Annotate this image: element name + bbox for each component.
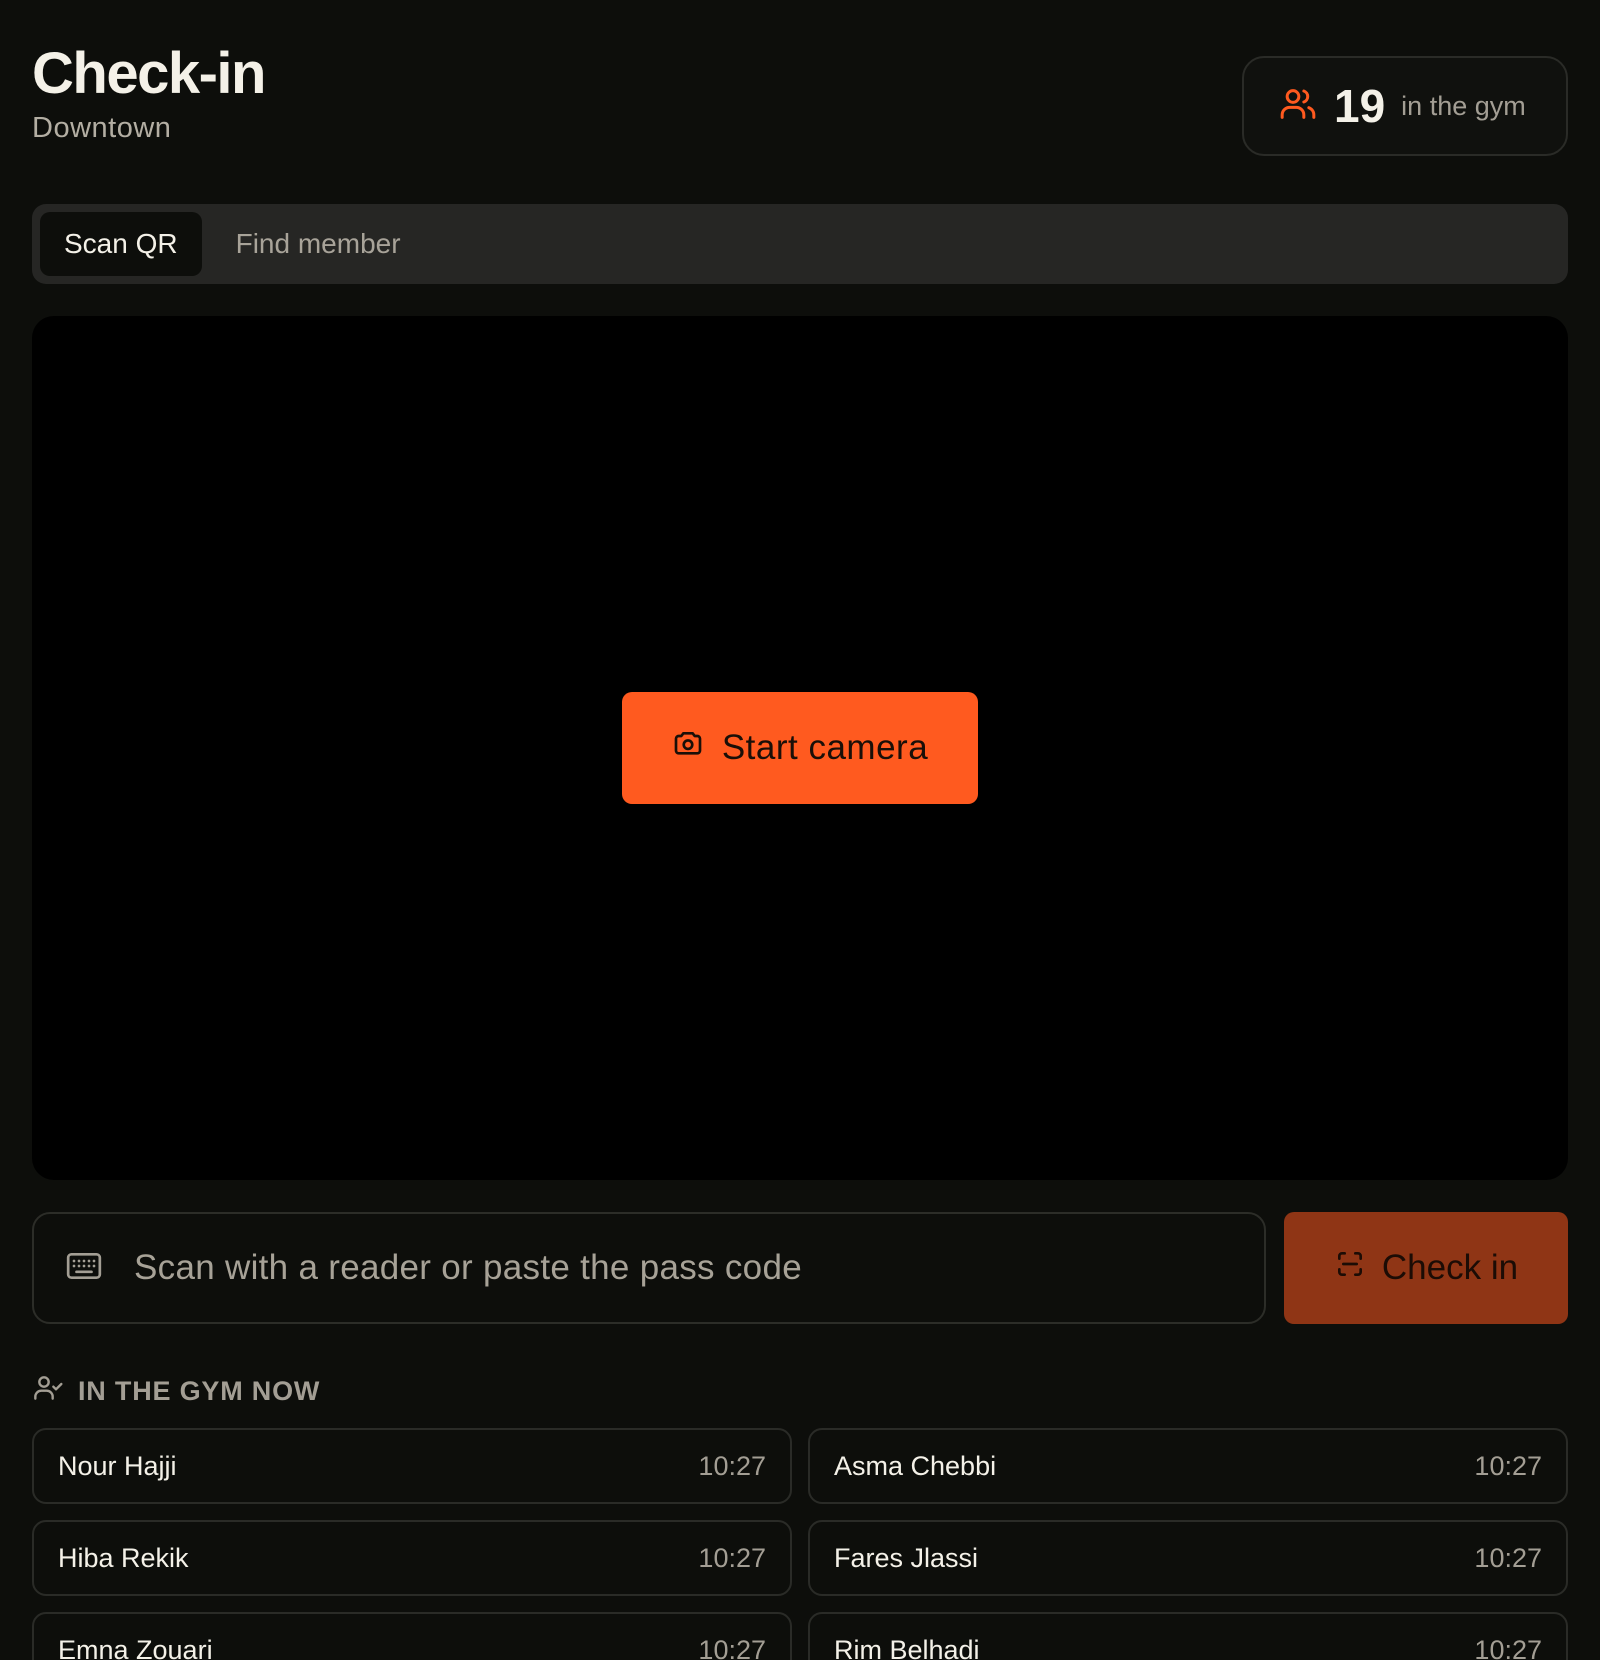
member-row[interactable]: Rim Belhadi 10:27: [808, 1612, 1568, 1660]
pass-code-input[interactable]: Scan with a reader or paste the pass cod…: [32, 1212, 1266, 1324]
page-header: Check-in Downtown 19 in the gym: [32, 0, 1568, 190]
section-title: IN THE GYM NOW: [78, 1376, 321, 1406]
tab-scan-qr[interactable]: Scan QR: [40, 212, 202, 276]
members-list: Nour Hajji 10:27 Asma Chebbi 10:27 Hiba …: [32, 1428, 1568, 1660]
member-name: Nour Hajji: [58, 1450, 177, 1481]
member-time: 10:27: [698, 1542, 766, 1573]
start-camera-label: Start camera: [721, 728, 929, 767]
location-label: Downtown: [32, 112, 172, 144]
occupancy-count: 19: [1334, 80, 1386, 132]
member-row[interactable]: Emna Zouari 10:27: [32, 1612, 792, 1660]
pass-code-placeholder: Scan with a reader or paste the pass cod…: [134, 1248, 802, 1287]
member-row[interactable]: Fares Jlassi 10:27: [808, 1520, 1568, 1596]
mode-tabs: Scan QR Find member: [32, 204, 1568, 284]
member-time: 10:27: [698, 1450, 766, 1481]
member-name: Hiba Rekik: [58, 1542, 189, 1573]
member-row[interactable]: Hiba Rekik 10:27: [32, 1520, 792, 1596]
occupancy-card: 19 in the gym: [1242, 56, 1568, 156]
member-name: Fares Jlassi: [834, 1542, 979, 1573]
member-name: Rim Belhadi: [834, 1634, 980, 1660]
user-check-icon: [32, 1372, 64, 1411]
start-camera-button[interactable]: Start camera: [622, 692, 978, 804]
member-name: Asma Chebbi: [834, 1450, 997, 1481]
check-in-button[interactable]: Check in: [1284, 1212, 1568, 1324]
check-in-label: Check in: [1381, 1248, 1519, 1287]
member-time: 10:27: [1474, 1542, 1542, 1573]
page-title: Check-in: [32, 41, 266, 106]
users-icon: [1278, 84, 1318, 129]
member-row[interactable]: Nour Hajji 10:27: [32, 1428, 792, 1504]
camera-viewport: Start camera: [32, 316, 1568, 1180]
scan-icon: [1334, 1248, 1366, 1289]
check-in-page: Check-in Downtown 19 in the gym Scan QR …: [0, 0, 1600, 1660]
keyboard-icon: [64, 1246, 104, 1291]
tab-find-member[interactable]: Find member: [212, 212, 425, 276]
member-time: 10:27: [698, 1634, 766, 1660]
member-row[interactable]: Asma Chebbi 10:27: [808, 1428, 1568, 1504]
member-time: 10:27: [1474, 1634, 1542, 1660]
member-name: Emna Zouari: [58, 1634, 213, 1660]
occupancy-label: in the gym: [1401, 90, 1526, 121]
member-time: 10:27: [1474, 1450, 1542, 1481]
in-gym-section-header: IN THE GYM NOW: [32, 1372, 320, 1411]
camera-icon: [672, 728, 704, 769]
